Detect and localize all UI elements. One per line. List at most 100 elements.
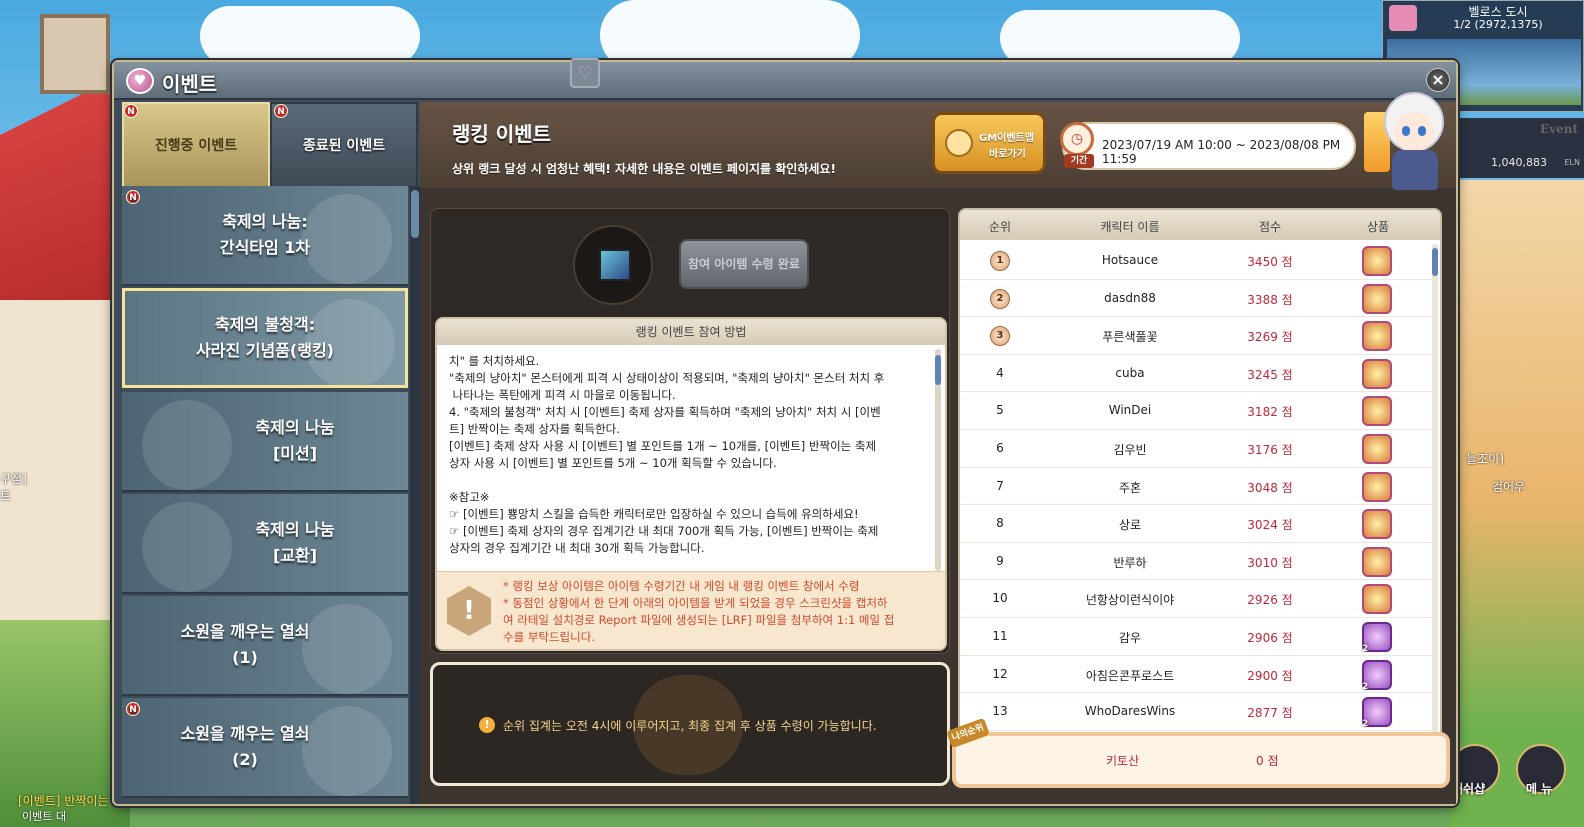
scrollbar-thumb[interactable] [935,355,941,385]
table-row: 5 WinDei 3182 점 [960,392,1432,430]
player-name-label: 늘조이] [1466,452,1504,466]
close-button[interactable]: × [1426,68,1450,92]
ranking-info-message: ! 순위 집계는 오전 4시에 이루어지고, 최종 집계 후 상품 수령이 가능… [430,662,950,786]
prize-item-icon[interactable] [1362,396,1392,427]
player-name-label: 검어우 [1492,480,1526,494]
table-row: 11 감우 2906 점 2 [960,618,1432,656]
new-badge: N [124,104,138,118]
event-item-exchange[interactable]: 축제의 나눔 [교환] [122,494,408,594]
menu-label: 메 뉴 [1526,782,1553,796]
rank-cell: 4 [996,365,1004,380]
rank-cell: 5 [996,403,1004,418]
prize-item-icon[interactable] [1362,358,1392,389]
tab-ongoing[interactable]: 진행중 이벤트 [122,102,270,188]
prize-item-icon[interactable] [1362,246,1392,276]
notice-text: * 랭킹 보상 아이템은 아이템 수령기간 내 게임 내 랭킹 이벤트 창에서 … [503,579,895,644]
window-titlebar[interactable]: ♥ 이벤트 ♡ × [114,58,1456,100]
rank-cell: 13 [992,704,1008,719]
gm-button-label-2: 바로가기 [989,149,1026,160]
rank-cell: 12 [992,666,1008,681]
event-title: 랭킹 이벤트 [452,122,551,146]
chat-line: [이벤트] 반짝이는 [18,794,109,808]
event-item-label: 소원을 깨우는 열쇠 (2) [180,724,310,769]
prize-item-icon[interactable] [1362,509,1392,540]
header-prize: 상품 [1366,220,1390,234]
prize-item-icon[interactable] [1362,546,1392,577]
ranking-scrollbar[interactable] [1432,244,1438,776]
chimney [40,14,110,94]
event-label: Event [1539,122,1578,136]
rank-cell: 11 [992,629,1008,643]
tab-ongoing-label: 진행중 이벤트 [154,138,238,154]
event-subtitle: 상위 랭크 달성 시 엄청난 혜택! 자세한 내용은 이벤트 페이지를 확인하세… [452,162,836,176]
new-badge: N [126,702,140,716]
header-name: 캐릭터 이름 [1100,220,1160,234]
prize-count: 2 [1362,644,1369,654]
event-item-mission[interactable]: 축제의 나눔 [미션] [122,392,408,492]
mascot-eye [1418,126,1426,136]
event-item-snack-time[interactable]: 축제의 나눔: 간식타임 1차 N [122,186,408,286]
name-cell: 감우 [1118,631,1142,645]
mascot-eye [1402,126,1410,136]
tab-ended[interactable]: 종료된 이벤트 [270,102,418,188]
event-item-lost-souvenir[interactable]: 축제의 불청객: 사라진 기념품(랭킹) [122,288,408,388]
event-period: ◷ 기간 2023/07/19 AM 10:00 ~ 2023/08/08 PM… [1060,122,1356,170]
scrollbar-thumb[interactable] [411,190,419,238]
event-item-label: 소원을 깨우는 열쇠 (1) [180,622,310,667]
score-cell: 3245 점 [1247,367,1293,382]
howto-scrollbar[interactable] [935,349,941,571]
ranking-header: 순위 캐릭터 이름 점수 상품 [960,210,1440,240]
event-content: 랭킹 이벤트 상위 랭크 달성 시 엄청난 혜택! 자세한 내용은 이벤트 페이… [420,92,1456,804]
claim-item-button[interactable]: 참여 아이템 수령 완료 [679,239,809,289]
event-item-wish-key-1[interactable]: 소원을 깨우는 열쇠 (1) [122,596,408,696]
scrollbar-thumb[interactable] [1432,248,1438,276]
item-slot [573,225,653,305]
score-cell: 3010 점 [1247,555,1293,570]
name-cell: cuba [1115,365,1145,380]
prize-item-icon[interactable]: 2 [1362,697,1392,730]
header-score: 점수 [1258,220,1282,234]
gm-character-icon [945,129,973,157]
clock-icon: ◷ [1060,122,1094,156]
gm-event-map-button[interactable]: GM이벤트맵 바로가기 [932,112,1046,174]
name-cell: 김우빈 [1113,443,1147,457]
event-item-label: 축제의 나눔: 간식타임 1차 [219,212,311,257]
right-scene [1450,180,1584,827]
rank-medal-icon: 2 [990,288,1010,309]
score-cell: 2877 점 [1247,706,1293,721]
participation-panel: 참여 아이템 수령 완료 랭킹 이벤트 참여 방법 치" 를 처치하세요. "축… [430,208,950,654]
event-list-scrollbar[interactable] [410,186,420,804]
mascot-character [1364,92,1456,192]
cloud [1000,10,1240,66]
prize-item-icon[interactable] [1362,434,1392,464]
event-item-wish-key-2[interactable]: 소원을 깨우는 열쇠 (2) N [122,698,408,798]
map-icon [1389,5,1417,31]
prize-item-icon[interactable] [1362,584,1392,615]
period-text: 2023/07/19 AM 10:00 ~ 2023/08/08 PM 11:5… [1102,138,1341,166]
table-row: 7 주혼 3048 점 [960,468,1432,506]
prize-item-icon[interactable] [1362,321,1392,352]
prize-count: 2 [1362,719,1369,730]
table-row: 12 아침은콘푸로스트 2900 점 2 [960,656,1432,694]
period-label: 기간 [1064,154,1094,168]
info-icon: ! [479,717,495,733]
my-rank-row: 나의순위 키토산 0 점 [946,717,1450,788]
event-tabs: 진행중 이벤트 종료된 이벤트 N N [122,102,418,188]
score-cell: 3388 점 [1247,292,1293,307]
event-item-label: 축제의 나눔 [교환] [255,520,335,565]
hammer-item-icon[interactable] [599,249,631,281]
my-score: 0 점 [1256,754,1279,768]
notice-box: ! * 랭킹 보상 아이템은 아이템 수령기간 내 게임 내 랭킹 이벤트 창에… [437,571,945,649]
rank-medal-icon: 1 [990,251,1010,271]
heart-icon[interactable]: ♡ [570,58,600,88]
score-cell: 3024 점 [1247,518,1293,533]
prize-item-icon[interactable] [1362,471,1392,502]
header-rank: 순위 [988,220,1012,234]
name-cell: 넌항상이런식이야 [1085,593,1175,608]
cloud [200,6,420,66]
event-list: 축제의 나눔: 간식타임 1차 N 축제의 불청객: 사라진 기념품(랭킹) 축제의… [122,186,410,804]
prize-item-icon[interactable]: 2 [1362,622,1392,654]
name-cell: WhoDaresWins [1084,704,1176,719]
prize-item-icon[interactable]: 2 [1362,659,1392,692]
prize-item-icon[interactable] [1362,283,1392,314]
